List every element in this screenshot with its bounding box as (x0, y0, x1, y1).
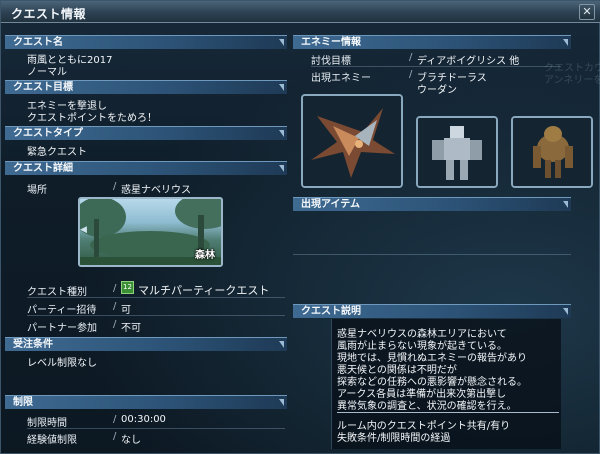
background-ghost-text-2: アンネリーを (544, 75, 600, 86)
exp-limit-label: 経験値制限 (27, 435, 77, 446)
enemy-portrait-bratidoras[interactable] (416, 116, 498, 188)
conditions-value: レベル制限なし (27, 358, 97, 369)
row-divider (27, 297, 285, 298)
description-divider (337, 412, 559, 413)
description-line: 異常気象の調査と、状況の確認を行え。 (337, 401, 517, 412)
area-thumbnail: ◀ 森林 (78, 197, 223, 267)
partner-separator: / (113, 319, 117, 330)
appear-value-2: ウーダン (417, 85, 457, 96)
conditions-header: 受注条件 (5, 337, 287, 351)
limits-header: 制限 (5, 395, 287, 409)
row-divider (27, 428, 285, 429)
enemy-portrait-diaboigrisis[interactable] (301, 94, 403, 188)
area-label: 森林 (195, 250, 215, 261)
partner-value: 不可 (121, 323, 141, 334)
quest-name-header: クエスト名 (5, 35, 287, 49)
party-invite-label: パーティー招待 (27, 305, 97, 316)
party-invite-value: 可 (121, 305, 131, 316)
time-limit-separator: / (113, 414, 117, 425)
appear-label: 出現エネミー (311, 73, 371, 84)
window-title: クエスト情報 (11, 7, 87, 21)
target-value: ディアボイグリシス 他 (417, 56, 520, 67)
close-icon[interactable]: ✕ (579, 4, 595, 20)
target-separator: / (409, 52, 413, 63)
appear-separator: / (409, 69, 413, 80)
description-header: クエスト説明 (293, 304, 571, 318)
prev-arrow-icon: ◀ (80, 225, 87, 235)
items-header: 出現アイテム (293, 197, 571, 211)
partner-label: パートナー参加 (27, 323, 97, 334)
quest-name-line-2: ノーマル (27, 67, 67, 78)
exp-limit-separator: / (113, 431, 117, 442)
quest-goal-header: クエスト目標 (5, 80, 287, 94)
dragon-icon (303, 96, 401, 186)
beast-icon (513, 118, 591, 186)
party-invite-separator: / (113, 301, 117, 312)
description-box: 惑星ナベリウスの森林エリアにおいて 風雨が止まらない現象が起きている。 現地では… (331, 319, 561, 449)
quest-info-window: クエスト情報 ✕ クエスト名 雨風とともに2017 ノーマル クエスト目標 エネ… (0, 0, 600, 454)
description-footer-line: 失敗条件/制限時間の経過 (337, 433, 451, 444)
time-limit-value: 00:30:00 (121, 414, 166, 425)
exp-limit-value: なし (121, 435, 141, 446)
quest-kind-separator: / (113, 283, 117, 294)
target-label: 討伐目標 (311, 56, 351, 67)
quest-kind-label: クエスト種別 (27, 287, 87, 298)
enemy-portrait-udan[interactable] (511, 116, 593, 188)
quest-type-value: 緊急クエスト (27, 147, 87, 158)
multiparty-icon: 12 (121, 281, 134, 294)
robot-icon (418, 118, 496, 186)
location-label: 場所 (27, 185, 47, 196)
quest-detail-header: クエスト詳細 (5, 161, 287, 175)
quest-kind-value: マルチパーティークエスト (138, 284, 270, 297)
enemy-info-header: エネミー情報 (293, 35, 571, 49)
row-divider (27, 315, 285, 316)
items-divider (293, 254, 571, 255)
quest-goal-line-2: クエストポイントをためろ！ (27, 113, 157, 124)
quest-type-header: クエストタイプ (5, 126, 287, 140)
title-bar: クエスト情報 ✕ (1, 1, 600, 23)
location-value: 惑星ナベリウス (121, 185, 191, 196)
location-separator: / (113, 181, 117, 192)
time-limit-label: 制限時間 (27, 418, 67, 429)
row-divider (311, 66, 561, 67)
